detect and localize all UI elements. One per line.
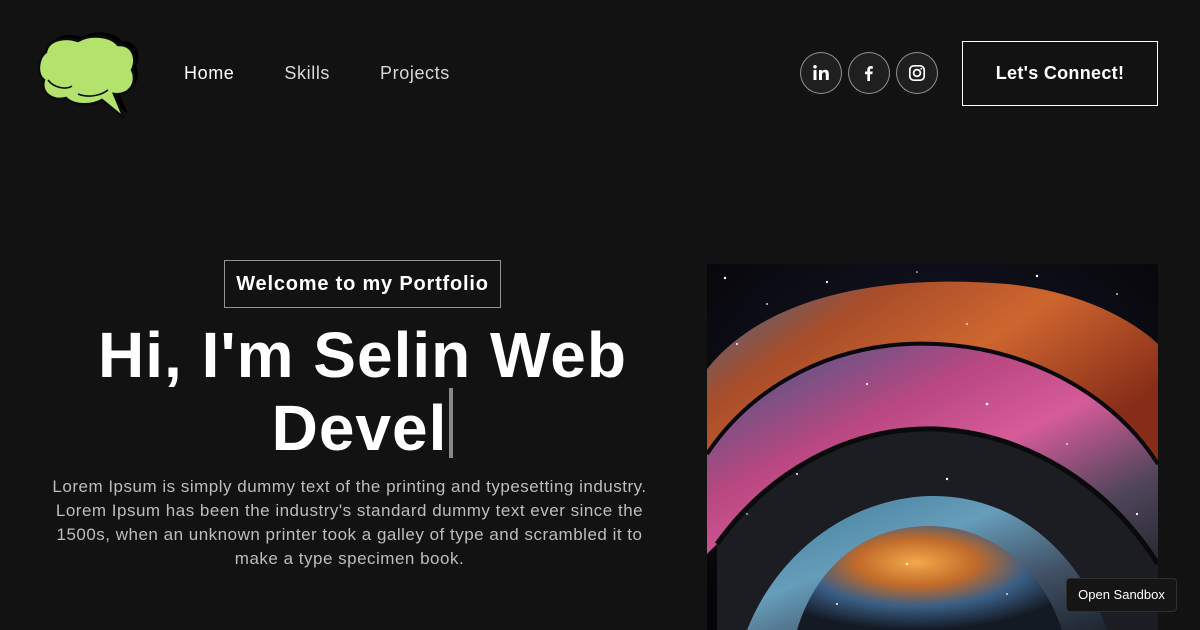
nav-links: Home Skills Projects [184,62,500,84]
intro-text: Lorem Ipsum is simply dummy text of the … [52,477,647,568]
portfolio-page: Home Skills Projects Let's Connect! Welc… [0,0,1200,630]
nav-link-home[interactable]: Home [184,62,234,84]
instagram-button[interactable] [896,52,938,94]
facebook-icon [865,66,873,81]
headline-line-2: Devel [271,392,448,464]
nav-link-projects[interactable]: Projects [380,62,450,84]
facebook-button[interactable] [848,52,890,94]
welcome-tagline: Welcome to my Portfolio [224,260,501,308]
linkedin-icon [813,65,829,80]
linkedin-button[interactable] [800,52,842,94]
typing-cursor [449,388,454,458]
open-sandbox-button[interactable]: Open Sandbox [1066,578,1177,612]
instagram-icon [908,64,926,82]
hero-headline: Hi, I'm Selin Web Devel [40,322,685,461]
hero-nebula-image [707,264,1158,630]
navbar: Home Skills Projects Let's Connect! [0,0,1200,150]
nav-link-skills[interactable]: Skills [284,62,330,84]
headline-line-1: Hi, I'm Selin Web [98,319,627,391]
logo-icon[interactable] [38,28,144,120]
lets-connect-button[interactable]: Let's Connect! [962,41,1158,106]
social-links [800,52,938,94]
